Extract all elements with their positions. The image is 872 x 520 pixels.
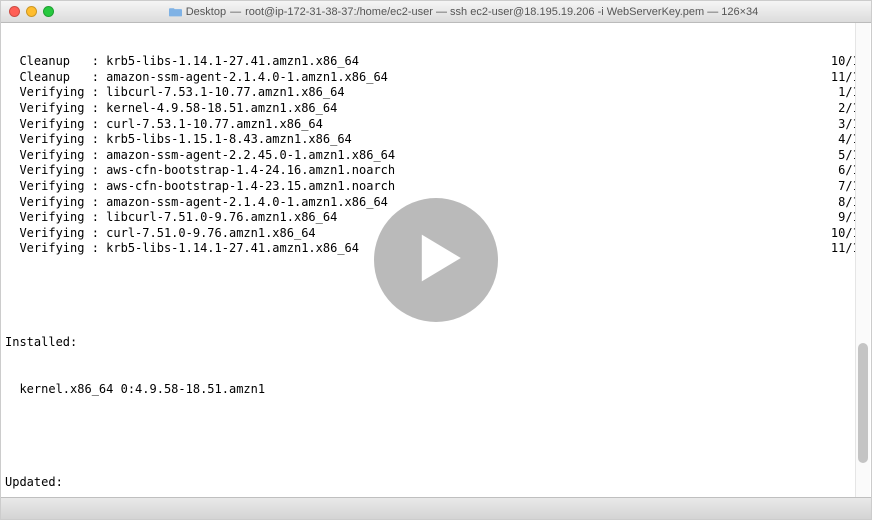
close-icon[interactable] [9,6,20,17]
blank-line [5,428,867,444]
title-separator: — [230,6,241,18]
yum-row: Verifying : krb5-libs-1.15.1-8.43.amzn1.… [5,132,867,148]
scrollbar-thumb[interactable] [858,343,868,463]
yum-row-left: Verifying : amazon-ssm-agent-2.2.45.0-1.… [5,148,395,164]
yum-row: Verifying : aws-cfn-bootstrap-1.4-23.15.… [5,179,867,195]
yum-row: Verifying : amazon-ssm-agent-2.2.45.0-1.… [5,148,867,164]
yum-row: Verifying : kernel-4.9.58-18.51.amzn1.x8… [5,101,867,117]
play-button[interactable] [374,198,498,322]
yum-row: Cleanup : amazon-ssm-agent-2.1.4.0-1.amz… [5,70,867,86]
yum-row-left: Verifying : aws-cfn-bootstrap-1.4-23.15.… [5,179,395,195]
play-icon [406,232,466,288]
installed-line: kernel.x86_64 0:4.9.58-18.51.amzn1 [5,382,867,398]
yum-row-left: Verifying : libcurl-7.51.0-9.76.amzn1.x8… [5,210,337,226]
yum-row-left: Verifying : libcurl-7.53.1-10.77.amzn1.x… [5,85,345,101]
yum-row-left: Verifying : curl-7.51.0-9.76.amzn1.x86_6… [5,226,316,242]
vertical-scrollbar[interactable] [855,23,870,497]
yum-row-left: Cleanup : amazon-ssm-agent-2.1.4.0-1.amz… [5,70,388,86]
titlebar[interactable]: Desktop — root@ip-172-31-38-37:/home/ec2… [1,1,871,23]
yum-row: Verifying : libcurl-7.53.1-10.77.amzn1.x… [5,85,867,101]
yum-row-left: Cleanup : krb5-libs-1.14.1-27.41.amzn1.x… [5,54,359,70]
yum-row-left: Verifying : krb5-libs-1.15.1-8.43.amzn1.… [5,132,352,148]
folder-icon [169,6,182,17]
window-controls [9,6,54,17]
yum-row-left: Verifying : kernel-4.9.58-18.51.amzn1.x8… [5,101,337,117]
terminal-window: Desktop — root@ip-172-31-38-37:/home/ec2… [0,0,872,520]
yum-row: Cleanup : krb5-libs-1.14.1-27.41.amzn1.x… [5,54,867,70]
window-bottom-chrome [1,497,871,519]
updated-heading: Updated: [5,475,867,491]
yum-row-left: Verifying : aws-cfn-bootstrap-1.4-24.16.… [5,163,395,179]
zoom-icon[interactable] [43,6,54,17]
installed-heading: Installed: [5,335,867,351]
yum-row: Verifying : curl-7.53.1-10.77.amzn1.x86_… [5,117,867,133]
yum-row-left: Verifying : curl-7.53.1-10.77.amzn1.x86_… [5,117,323,133]
minimize-icon[interactable] [26,6,37,17]
yum-row-left: Verifying : krb5-libs-1.14.1-27.41.amzn1… [5,241,359,257]
title-folder-label: Desktop [186,6,226,18]
yum-row: Verifying : aws-cfn-bootstrap-1.4-24.16.… [5,163,867,179]
yum-row-left: Verifying : amazon-ssm-agent-2.1.4.0-1.a… [5,195,388,211]
title-wrap: Desktop — root@ip-172-31-38-37:/home/ec2… [64,6,863,18]
window-title: root@ip-172-31-38-37:/home/ec2-user — ss… [245,6,758,18]
